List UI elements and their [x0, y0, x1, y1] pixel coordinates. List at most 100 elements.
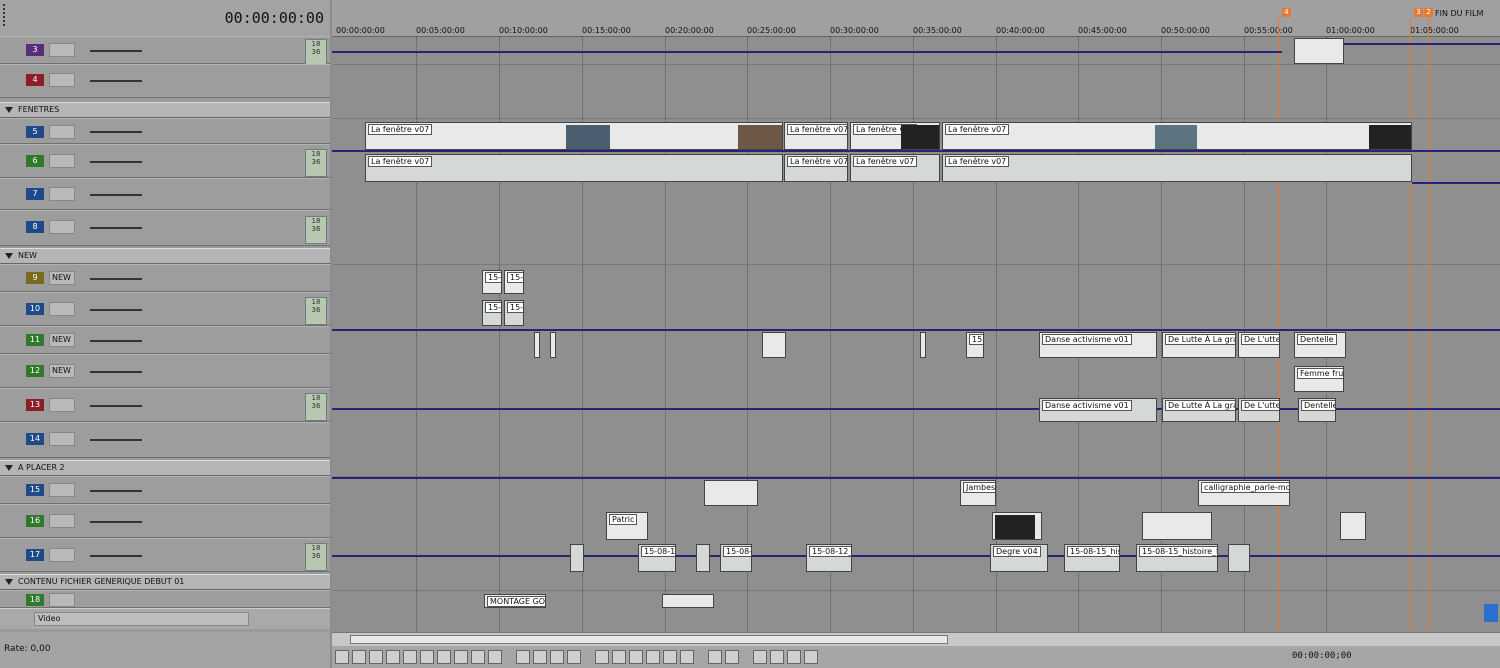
audio-clip[interactable]: La fenêtre v07: [850, 154, 940, 182]
audio-clip[interactable]: 15-08-1: [720, 544, 752, 572]
trim-button[interactable]: [663, 650, 677, 664]
grouping-button[interactable]: [804, 650, 818, 664]
track-name-field[interactable]: [49, 154, 75, 168]
track-16[interactable]: 16: [0, 504, 330, 538]
clip[interactable]: Dentelle: [1294, 332, 1346, 358]
audio-clip[interactable]: 15-08-15_his: [1064, 544, 1120, 572]
volume-envelope[interactable]: [332, 150, 1500, 152]
video-clip[interactable]: La fenêtre v07: [850, 122, 940, 150]
track-name-field[interactable]: [49, 432, 75, 446]
track-17[interactable]: 17 18 36: [0, 538, 330, 572]
volume-envelope[interactable]: [332, 329, 1500, 331]
next-frame-button[interactable]: [488, 650, 502, 664]
audio-clip[interactable]: 15-0: [504, 300, 524, 326]
track-name-field[interactable]: [49, 593, 75, 607]
audio-clip[interactable]: [570, 544, 584, 572]
track-name-field[interactable]: [49, 514, 75, 528]
track-8[interactable]: 8 18 36: [0, 210, 330, 246]
auto-ripple-button[interactable]: [753, 650, 767, 664]
track-name-field[interactable]: [49, 220, 75, 234]
track-name-field[interactable]: NEW: [49, 333, 75, 347]
track-4[interactable]: 4: [0, 64, 330, 98]
zoom-tool-button[interactable]: [567, 650, 581, 664]
stop-button[interactable]: [420, 650, 434, 664]
track-level-slider[interactable]: [90, 439, 142, 441]
folder-track-a-placer-2[interactable]: A PLACER 2: [0, 460, 330, 476]
track-name-field[interactable]: [49, 187, 75, 201]
normal-edit-tool-button[interactable]: [516, 650, 530, 664]
timeline-horizontal-scrollbar[interactable]: [332, 632, 1500, 647]
prev-frame-button[interactable]: [471, 650, 485, 664]
track-level-slider[interactable]: [90, 161, 142, 163]
audio-clip[interactable]: La fenêtre v07: [784, 154, 848, 182]
clip[interactable]: Jambes: [960, 480, 996, 506]
track-13[interactable]: 13 18 36: [0, 388, 330, 422]
audio-clip[interactable]: La fenêtre v07: [942, 154, 1412, 182]
delete-button[interactable]: [646, 650, 660, 664]
track-level-slider[interactable]: [90, 555, 142, 557]
track-11[interactable]: 11 NEW: [0, 326, 330, 354]
clip[interactable]: [992, 512, 1042, 540]
folder-track-contenu-generique[interactable]: CONTENU FICHIER GENERIQUE DEBUT 01: [0, 574, 330, 590]
track-level-slider[interactable]: [90, 194, 142, 196]
clip[interactable]: [704, 480, 758, 506]
go-to-end-button[interactable]: [454, 650, 468, 664]
collapse-triangle-icon[interactable]: [5, 579, 13, 585]
audio-clip[interactable]: Degre v04: [990, 544, 1048, 572]
scrollbar-thumb[interactable]: [350, 635, 948, 644]
track-level-slider[interactable]: [90, 227, 142, 229]
copy-button[interactable]: [612, 650, 626, 664]
volume-envelope[interactable]: [332, 51, 1282, 53]
clip[interactable]: [762, 332, 786, 358]
clip[interactable]: MONTAGE GOO: [484, 594, 546, 608]
track-6[interactable]: 6 18 36: [0, 144, 330, 178]
timeline-marker[interactable]: 3: [1414, 8, 1423, 17]
crossfade-button[interactable]: [787, 650, 801, 664]
video-bus-row[interactable]: Video: [0, 608, 330, 629]
track-level-slider[interactable]: [90, 131, 142, 133]
track-name-field[interactable]: [49, 302, 75, 316]
track-7[interactable]: 7: [0, 178, 330, 210]
clip[interactable]: 15-0: [482, 270, 502, 294]
track-level-slider[interactable]: [90, 309, 142, 311]
audio-clip[interactable]: 15-0: [482, 300, 502, 326]
record-button[interactable]: [335, 650, 349, 664]
audio-clip[interactable]: [1228, 544, 1250, 572]
track-name-field[interactable]: [49, 43, 75, 57]
folder-track-new[interactable]: NEW: [0, 248, 330, 264]
audio-clip[interactable]: Dentelle: [1298, 398, 1336, 422]
track-name-field[interactable]: NEW: [49, 364, 75, 378]
clip[interactable]: De Lutte À La gra: [1162, 332, 1236, 358]
audio-clip[interactable]: 15-08-1: [638, 544, 676, 572]
clip[interactable]: [662, 594, 714, 608]
clip[interactable]: De L'utte: [1238, 332, 1280, 358]
collapse-triangle-icon[interactable]: [5, 107, 13, 113]
track-5[interactable]: 5: [0, 118, 330, 144]
timeline-marker[interactable]: 4: [1282, 8, 1291, 17]
clip[interactable]: [534, 332, 540, 358]
collapse-triangle-icon[interactable]: [5, 253, 13, 259]
volume-envelope[interactable]: [1342, 43, 1500, 45]
audio-clip[interactable]: De Lutte À La gra: [1162, 398, 1236, 422]
track-level-slider[interactable]: [90, 50, 142, 52]
audio-clip[interactable]: [696, 544, 710, 572]
clip[interactable]: calligraphie_parle-moi: [1198, 480, 1290, 506]
track-name-field[interactable]: [49, 398, 75, 412]
track-level-slider[interactable]: [90, 490, 142, 492]
track-level-slider[interactable]: [90, 521, 142, 523]
volume-envelope[interactable]: [332, 555, 1500, 557]
track-15[interactable]: 15: [0, 476, 330, 504]
track-name-field[interactable]: [49, 483, 75, 497]
loop-button[interactable]: [352, 650, 366, 664]
clip[interactable]: Femme fru: [1294, 366, 1344, 392]
timeline-panel[interactable]: 00:00:00:00 00:05:00:00 00:10:00:00 00:1…: [332, 0, 1500, 668]
insert-region-button[interactable]: [725, 650, 739, 664]
clip[interactable]: [920, 332, 926, 358]
pause-button[interactable]: [403, 650, 417, 664]
track-level-slider[interactable]: [90, 405, 142, 407]
folder-track-fenetres[interactable]: FENETRES: [0, 102, 330, 118]
track-level-slider[interactable]: [90, 371, 142, 373]
clip[interactable]: Danse activisme v01: [1039, 332, 1157, 358]
track-level-slider[interactable]: [90, 80, 142, 82]
clip[interactable]: 15-0: [504, 270, 524, 294]
